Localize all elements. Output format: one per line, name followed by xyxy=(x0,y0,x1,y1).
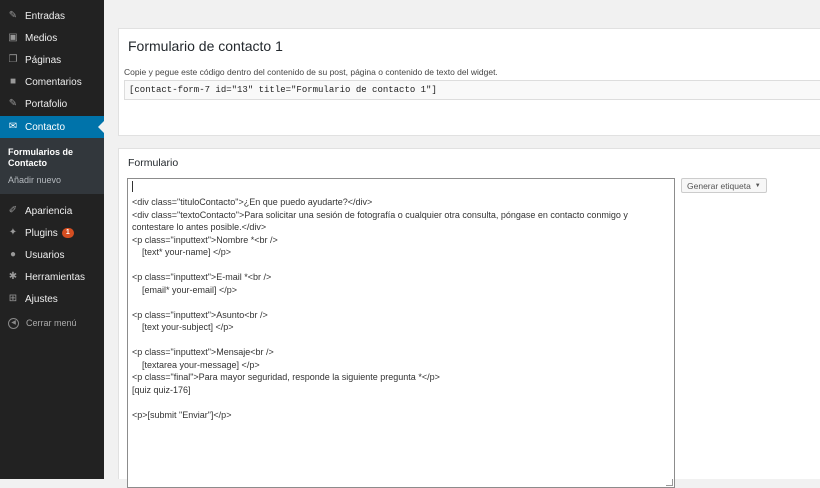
editor-line: <p class="inputtext">Nombre *<br /> xyxy=(132,234,278,245)
sidebar-item-contacto[interactable]: ✉ Contacto xyxy=(0,116,104,138)
wrench-icon: ✱ xyxy=(8,271,18,282)
sidebar-item-label: Comentarios xyxy=(25,76,82,88)
sidebar-item-entradas[interactable]: ✎ Entradas xyxy=(0,5,104,27)
collapse-menu-button[interactable]: ◀ Cerrar menú xyxy=(0,312,104,334)
sidebar-item-plugins[interactable]: ✦ Plugins 1 xyxy=(0,222,104,244)
brush-icon: ✐ xyxy=(8,205,18,216)
settings-icon: ⊞ xyxy=(8,293,18,304)
shortcode-instructions: Copie y pegue este código dentro del con… xyxy=(124,67,498,77)
form-code-editor[interactable]: <div class="tituloContacto">¿En que pued… xyxy=(127,178,675,488)
shortcode-field[interactable]: [contact-form-7 id="13" title="Formulari… xyxy=(124,80,820,100)
sidebar-item-label: Medios xyxy=(25,32,58,44)
sidebar-item-medios[interactable]: ▣ Medios xyxy=(0,27,104,49)
editor-line: [email* your-email] </p> xyxy=(132,284,238,295)
sidebar-item-label: Apariencia xyxy=(25,205,73,217)
resize-handle[interactable] xyxy=(666,479,673,486)
plugin-icon: ✦ xyxy=(8,227,18,238)
update-count-badge: 1 xyxy=(61,228,74,238)
sidebar-item-label: Usuarios xyxy=(25,249,65,261)
pushpin-icon: ✎ xyxy=(8,98,18,109)
media-icon: ▣ xyxy=(8,32,18,43)
contacto-submenu: Formularios de Contacto Añadir nuevo xyxy=(0,138,104,194)
collapse-menu-label: Cerrar menú xyxy=(26,318,77,328)
sidebar-item-paginas[interactable]: ❐ Páginas xyxy=(0,49,104,71)
submenu-item-formularios[interactable]: Formularios de Contacto xyxy=(8,147,88,169)
page-icon: ❐ xyxy=(8,54,18,65)
comment-icon: ■ xyxy=(9,76,17,87)
active-indicator xyxy=(98,121,104,133)
editor-line: [textarea your-message] </p> xyxy=(132,359,260,370)
generate-tag-label: Generar etiqueta xyxy=(687,180,751,191)
page-title: Formulario de contacto 1 xyxy=(128,38,283,54)
form-panel: Formulario <div class="tituloContacto">¿… xyxy=(118,148,820,488)
form-section-label: Formulario xyxy=(128,157,179,169)
text-cursor xyxy=(132,181,133,192)
editor-line: <p class="final">Para mayor seguridad, r… xyxy=(132,372,440,382)
editor-line: <p>[submit "Enviar"]</p> xyxy=(132,409,232,420)
sidebar-item-apariencia[interactable]: ✐ Apariencia xyxy=(0,200,104,222)
sidebar-item-herramientas[interactable]: ✱ Herramientas xyxy=(0,266,104,288)
generate-tag-dropdown[interactable]: Generar etiqueta ▼ xyxy=(681,178,767,193)
sidebar-item-label: Entradas xyxy=(25,10,66,22)
editor-line: <p class="inputtext">E-mail *<br /> xyxy=(132,272,272,282)
sidebar-item-portafolio[interactable]: ✎ Portafolio xyxy=(0,93,104,115)
dropdown-caret-icon: ▼ xyxy=(754,182,761,189)
sidebar-item-ajustes[interactable]: ⊞ Ajustes xyxy=(0,288,104,310)
submenu-item-anadir-nuevo[interactable]: Añadir nuevo xyxy=(8,175,61,186)
pushpin-icon: ✎ xyxy=(8,10,18,21)
sidebar-item-usuarios[interactable]: ● Usuarios xyxy=(0,244,104,266)
admin-sidebar: ✎ Entradas ▣ Medios ❐ Páginas ■ Comentarios ✎ Por… xyxy=(0,0,104,479)
editor-line: <div class="tituloContacto">¿En que pued… xyxy=(132,197,373,207)
sidebar-item-label: Ajustes xyxy=(25,293,58,305)
sidebar-item-label: Plugins xyxy=(25,227,58,239)
editor-line: <p class="inputtext">Asunto<br /> xyxy=(132,309,268,320)
form-header-panel: Formulario de contacto 1 Copie y pegue e… xyxy=(118,28,820,136)
editor-line: [text your-subject] </p> xyxy=(132,322,234,332)
editor-line: <p class="inputtext">Mensaje<br /> xyxy=(132,347,274,357)
sidebar-item-label: Contacto xyxy=(25,121,66,133)
editor-content: <div class="tituloContacto">¿En que pued… xyxy=(132,196,670,421)
editor-line: [text* your-name] </p> xyxy=(132,247,232,257)
editor-line: [quiz quiz-176] xyxy=(132,384,191,395)
user-icon: ● xyxy=(9,249,17,260)
sidebar-item-label: Herramientas xyxy=(25,271,86,283)
sidebar-item-comentarios[interactable]: ■ Comentarios xyxy=(0,71,104,93)
collapse-arrow-icon: ◀ xyxy=(8,317,19,329)
editor-line: <div class="textoContacto">Para solicita… xyxy=(132,209,631,233)
sidebar-item-label: Portafolio xyxy=(25,98,68,110)
mail-icon: ✉ xyxy=(8,121,18,132)
sidebar-item-label: Páginas xyxy=(25,54,62,66)
